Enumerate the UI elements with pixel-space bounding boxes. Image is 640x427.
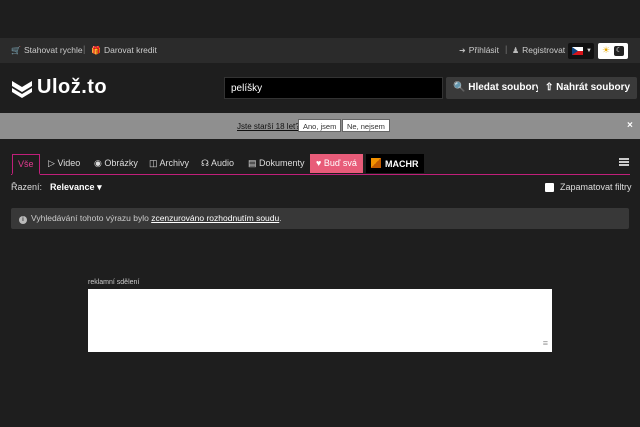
filter-tabs: Vše ▷ Video ◉ Obrázky ◫ Archivy ☊ Audio … bbox=[11, 154, 630, 175]
sort-label: Řazení: bbox=[11, 182, 43, 192]
tab-label: Vše bbox=[18, 159, 34, 169]
logo[interactable]: Ulož.to bbox=[11, 76, 107, 99]
info-icon: i bbox=[19, 216, 27, 224]
tab-label: Buď svá bbox=[323, 158, 357, 168]
thumb-icon: ♥ bbox=[316, 158, 322, 168]
download-fast-label: Stahovat rychle bbox=[23, 45, 83, 55]
age-question: Jste starší 18 let? bbox=[237, 122, 300, 131]
sort-value: Relevance bbox=[50, 182, 95, 192]
close-icon[interactable]: × bbox=[627, 120, 633, 131]
tab-machr[interactable]: MACHR bbox=[366, 154, 424, 173]
sun-icon: ☀ bbox=[602, 45, 611, 55]
remember-filters-label: Zapamatovat filtry bbox=[560, 182, 632, 192]
remember-filters[interactable]: Zapamatovat filtry bbox=[545, 182, 632, 192]
ad-label: reklamní sdělení bbox=[88, 279, 140, 286]
remember-filters-checkbox[interactable] bbox=[545, 182, 554, 192]
document-icon: ▤ bbox=[248, 158, 257, 168]
tab-label: Archivy bbox=[159, 158, 190, 168]
chevron-down-icon: ▾ bbox=[97, 182, 102, 192]
login-link[interactable]: ➜ Přihlásit bbox=[459, 45, 499, 55]
tab-label: Video bbox=[57, 158, 81, 168]
user-icon: ♟ bbox=[512, 46, 520, 55]
gift-credit-link[interactable]: 🎁 Darovat kredit bbox=[91, 45, 157, 55]
tab-label: MACHR bbox=[385, 159, 419, 169]
sort-control: Řazení: Relevance ▾ bbox=[11, 182, 102, 193]
play-icon: ▷ bbox=[48, 158, 55, 168]
tab-images[interactable]: ◉ Obrázky bbox=[94, 154, 138, 173]
tab-video[interactable]: ▷ Video bbox=[48, 154, 80, 173]
tab-bud-sva[interactable]: ♥ Buď svá bbox=[310, 154, 363, 173]
search-button-label: Hledat soubory bbox=[468, 82, 542, 93]
gift-icon: 🎁 bbox=[91, 46, 101, 55]
notice-text: Vyhledávání tohoto výrazu bylo bbox=[31, 213, 152, 223]
search-input[interactable]: pelíšky bbox=[224, 77, 443, 99]
court-decision-link[interactable]: zcenzurováno rozhodnutím soudu bbox=[151, 213, 279, 223]
upload-button[interactable]: ⇧ Nahrát soubory bbox=[538, 77, 638, 99]
headphones-icon: ☊ bbox=[201, 158, 209, 168]
upload-icon: ⇧ bbox=[545, 82, 554, 93]
language-selector[interactable]: ▼ bbox=[568, 43, 594, 59]
camera-icon: ◉ bbox=[94, 158, 102, 168]
cart-icon: 🛒 bbox=[11, 46, 21, 55]
tab-archives[interactable]: ◫ Archivy bbox=[149, 154, 189, 173]
ad-provider-icon: ≡ bbox=[542, 338, 548, 348]
tab-label: Audio bbox=[211, 158, 235, 168]
list-view-icon[interactable] bbox=[619, 158, 629, 166]
register-link[interactable]: ♟ Registrovat bbox=[512, 45, 565, 55]
notice-text-end: . bbox=[279, 213, 282, 223]
sort-dropdown[interactable]: Relevance ▾ bbox=[50, 182, 102, 192]
tab-all[interactable]: Vše bbox=[12, 154, 40, 175]
archive-icon: ◫ bbox=[149, 158, 158, 168]
tab-label: Dokumenty bbox=[259, 158, 305, 168]
age-no-button[interactable]: Ne, nejsem bbox=[342, 119, 390, 132]
sign-in-icon: ➜ bbox=[459, 46, 466, 55]
search-button[interactable]: 🔍 Hledat soubory bbox=[446, 77, 549, 99]
gift-credit-label: Darovat kredit bbox=[103, 45, 157, 55]
censorship-notice: i Vyhledávání tohoto výrazu bylo zcenzuro… bbox=[11, 208, 629, 229]
theme-toggle[interactable]: ☀ ☾ bbox=[598, 43, 628, 59]
divider: | bbox=[505, 44, 508, 54]
moon-icon: ☾ bbox=[614, 46, 624, 56]
chevron-down-icon: ▼ bbox=[586, 48, 592, 54]
upload-button-label: Nahrát soubory bbox=[556, 82, 631, 93]
machr-logo-icon bbox=[371, 158, 381, 168]
age-yes-button[interactable]: Ano, jsem bbox=[298, 119, 342, 132]
tab-documents[interactable]: ▤ Dokumenty bbox=[248, 154, 305, 173]
logo-text: Ulož.to bbox=[37, 76, 108, 98]
login-label: Přihlásit bbox=[468, 45, 499, 55]
search-icon: 🔍 bbox=[453, 82, 466, 93]
logo-icon bbox=[12, 80, 32, 98]
tab-audio[interactable]: ☊ Audio bbox=[201, 154, 234, 173]
ad-banner[interactable]: ≡ bbox=[88, 289, 552, 352]
tab-label: Obrázky bbox=[104, 158, 138, 168]
age-verification-bar: Jste starší 18 let? Ano, jsem Ne, nejsem… bbox=[0, 113, 640, 139]
czech-flag-icon bbox=[572, 47, 583, 55]
divider: | bbox=[83, 44, 86, 54]
register-label: Registrovat bbox=[522, 45, 566, 55]
download-fast-link[interactable]: 🛒 Stahovat rychle bbox=[11, 45, 83, 55]
